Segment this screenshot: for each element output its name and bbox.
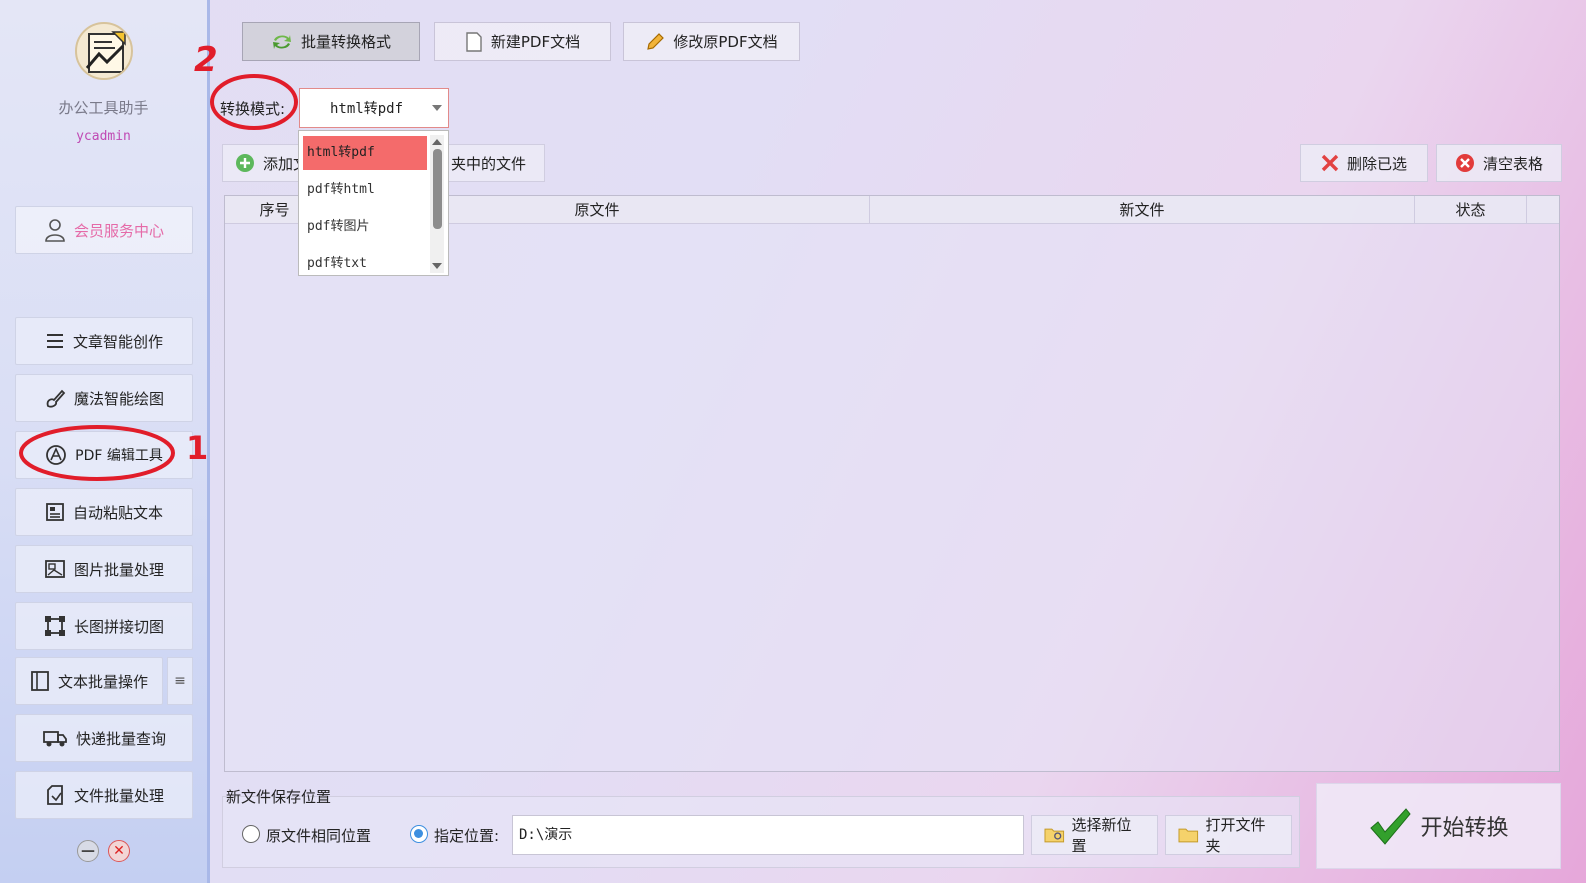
nav-label: 魔法智能绘图 xyxy=(73,389,164,408)
save-path-input[interactable]: D:\演示 xyxy=(512,815,1024,855)
nav-express-query[interactable]: 快递批量查询 xyxy=(15,714,193,762)
tab-label: 修改原PDF文档 xyxy=(673,33,778,51)
tab-batch-convert[interactable]: 批量转换格式 xyxy=(242,22,420,61)
tab-label: 批量转换格式 xyxy=(300,33,391,51)
dropdown-option[interactable]: pdf转txt xyxy=(303,247,427,275)
select-new-location-label: 选择新位置 xyxy=(1071,816,1132,855)
dropdown-option[interactable]: pdf转图片 xyxy=(303,210,427,244)
member-center-label: 会员服务中心 xyxy=(73,221,164,240)
user-icon xyxy=(45,219,65,242)
delete-x-icon xyxy=(1321,154,1339,172)
radio-same-location-label[interactable]: 原文件相同位置 xyxy=(266,825,371,846)
save-location-title: 新文件保存位置 xyxy=(226,788,332,806)
mode-select-value: html转pdf xyxy=(330,101,404,117)
file-table[interactable]: 序号 原文件 新文件 状态 xyxy=(224,195,1560,772)
text-batch-icon xyxy=(31,671,49,691)
mode-select[interactable]: html转pdf xyxy=(299,88,449,128)
radio-same-location[interactable] xyxy=(242,825,260,843)
minimize-icon[interactable]: — xyxy=(77,840,99,862)
start-convert-label: 开始转换 xyxy=(1420,816,1509,841)
mode-label: 转换模式: xyxy=(220,100,286,118)
dropdown-option[interactable]: pdf转html xyxy=(303,173,427,207)
nav-label: 自动粘贴文本 xyxy=(72,503,163,522)
nav-text-batch[interactable]: 文本批量操作 xyxy=(15,657,163,705)
nav-auto-paste[interactable]: 自动粘贴文本 xyxy=(15,488,193,536)
column-header-status[interactable]: 状态 xyxy=(1415,196,1527,224)
brush-icon xyxy=(46,389,66,408)
plus-circle-icon xyxy=(236,154,254,172)
nav-label: 文章智能创作 xyxy=(72,332,163,351)
nav-label: 文件批量处理 xyxy=(73,786,164,805)
user-name: ycadmin xyxy=(76,129,131,144)
mode-dropdown-list[interactable]: html转pdf pdf转html pdf转图片 pdf转txt xyxy=(298,130,449,276)
sidebar: 办公工具助手 ycadmin 会员服务中心 文章智能创作 魔法智能绘图 PDF … xyxy=(0,0,210,883)
add-folder-button[interactable]: 夹中的文件 xyxy=(436,144,545,182)
paste-icon xyxy=(46,503,64,521)
dropdown-scrollbar[interactable] xyxy=(430,135,444,273)
nav-label: 文本批量操作 xyxy=(57,672,148,691)
app-name: 办公工具助手 xyxy=(58,99,149,117)
radio-custom-location-label[interactable]: 指定位置: xyxy=(434,825,499,846)
convert-icon xyxy=(272,34,291,49)
nav-text-batch-menu[interactable]: ≡ xyxy=(167,657,193,705)
open-folder-button[interactable]: 打开文件夹 xyxy=(1165,815,1292,855)
pencil-icon xyxy=(647,32,665,50)
pdf-icon xyxy=(46,445,67,465)
close-icon[interactable]: ✕ xyxy=(108,840,130,862)
nav-file-batch[interactable]: 文件批量处理 xyxy=(15,771,193,819)
open-folder-label: 打开文件夹 xyxy=(1205,816,1266,855)
crop-icon xyxy=(44,616,65,636)
nav-label: 图片批量处理 xyxy=(73,560,164,579)
truck-icon xyxy=(43,731,67,747)
scroll-thumb[interactable] xyxy=(433,149,442,229)
column-header-target[interactable]: 新文件 xyxy=(870,196,1415,224)
dropdown-option[interactable]: html转pdf xyxy=(303,136,427,170)
file-icon xyxy=(47,785,63,805)
start-convert-button[interactable]: 开始转换 xyxy=(1316,783,1561,869)
menu-icon: ≡ xyxy=(174,673,186,689)
clear-circle-icon xyxy=(1455,154,1474,172)
nav-label: 长图拼接切图 xyxy=(73,617,164,636)
nav-article-creation[interactable]: 文章智能创作 xyxy=(15,317,193,365)
delete-selected-button[interactable]: 删除已选 xyxy=(1300,144,1428,182)
image-icon xyxy=(45,560,65,578)
clear-table-button[interactable]: 清空表格 xyxy=(1436,144,1562,182)
nav-label: PDF 编辑工具 xyxy=(75,448,163,464)
add-folder-label: 夹中的文件 xyxy=(451,154,527,173)
tab-label: 新建PDF文档 xyxy=(490,33,581,51)
tab-modify-pdf[interactable]: 修改原PDF文档 xyxy=(623,22,800,61)
nav-label: 快递批量查询 xyxy=(75,729,166,748)
nav-image-batch[interactable]: 图片批量处理 xyxy=(15,545,193,593)
list-icon xyxy=(46,334,63,348)
chevron-down-icon xyxy=(432,105,442,111)
nav-magic-drawing[interactable]: 魔法智能绘图 xyxy=(15,374,193,422)
nav-long-image[interactable]: 长图拼接切图 xyxy=(15,602,193,650)
nav-pdf-editor[interactable]: PDF 编辑工具 xyxy=(15,431,193,479)
app-logo xyxy=(75,22,133,80)
delete-selected-label: 删除已选 xyxy=(1346,154,1407,173)
folder-search-icon xyxy=(1044,828,1065,843)
checkmark-icon xyxy=(1370,808,1412,845)
clear-table-label: 清空表格 xyxy=(1482,154,1543,173)
member-center-button[interactable]: 会员服务中心 xyxy=(15,206,193,254)
folder-icon xyxy=(1178,828,1199,843)
document-icon xyxy=(466,31,482,52)
select-new-location-button[interactable]: 选择新位置 xyxy=(1031,815,1158,855)
scroll-up-icon[interactable] xyxy=(430,137,444,147)
scroll-down-icon[interactable] xyxy=(430,261,444,271)
tab-new-pdf[interactable]: 新建PDF文档 xyxy=(434,22,611,61)
radio-custom-location[interactable] xyxy=(410,825,428,843)
